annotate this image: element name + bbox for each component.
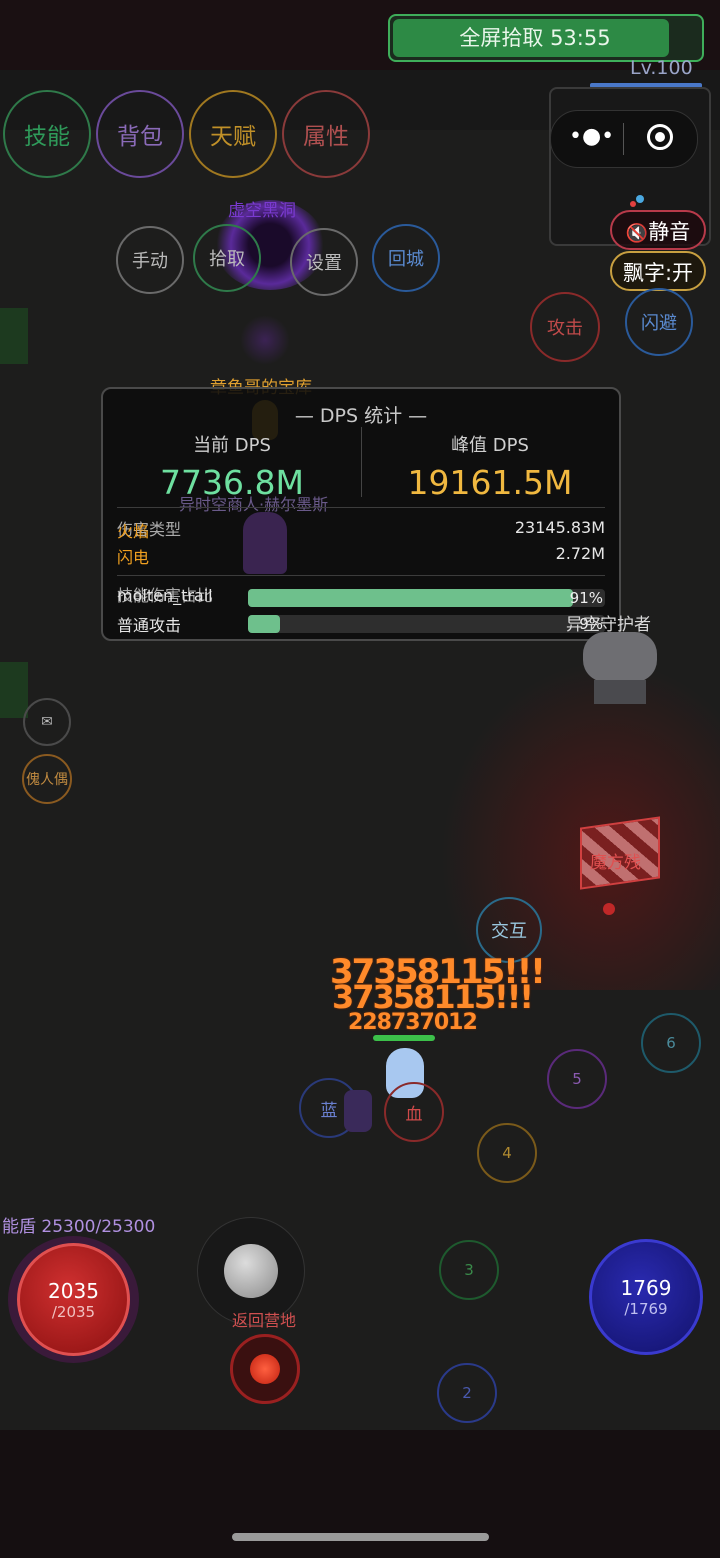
pet-companion bbox=[344, 1090, 372, 1132]
dps-stats-panel: — DPS 统计 — 当前 DPS 7736.8M 峰值 DPS 19161.5… bbox=[101, 387, 621, 641]
skill-share-bar: 9% bbox=[248, 615, 605, 633]
mute-toggle[interactable]: 🔇静音 bbox=[610, 210, 706, 250]
damage-type-name: 火焰 bbox=[117, 522, 150, 541]
skill-share-fill bbox=[248, 615, 281, 633]
skill-slot-3[interactable]: 3 bbox=[439, 1240, 499, 1300]
skills-button[interactable]: 技能 bbox=[3, 90, 91, 178]
dps-divider-line bbox=[117, 507, 605, 508]
skill-slot-4[interactable]: 4 bbox=[477, 1123, 537, 1183]
manual-mode-button[interactable]: 手动 bbox=[116, 226, 184, 294]
dps-panel-title: — DPS 统计 — bbox=[294, 405, 428, 427]
hp-current: 2035 bbox=[48, 1278, 99, 1303]
speaker-muted-icon: 🔇 bbox=[625, 223, 649, 244]
mp-max: /1769 bbox=[624, 1300, 668, 1318]
relic-name-label: 魔方残 bbox=[590, 853, 641, 873]
peak-dps-value: 19161.5M bbox=[407, 463, 573, 502]
skill-share-pct: 91% bbox=[569, 589, 603, 607]
attributes-button[interactable]: 属性 bbox=[282, 90, 370, 178]
mail-icon: ✉ bbox=[41, 714, 53, 730]
mp-current: 1769 bbox=[620, 1276, 672, 1300]
camp-portal-icon bbox=[250, 1354, 280, 1384]
damage-type-value: 23145.83M bbox=[514, 518, 605, 537]
player-hp-bar bbox=[373, 1035, 435, 1041]
attack-button[interactable]: 攻击 bbox=[530, 292, 600, 362]
player-level: Lv.100 bbox=[630, 57, 693, 79]
pickup-label: 全屏拾取 53:55 bbox=[459, 26, 611, 50]
peak-dps-label: 峰值 DPS bbox=[451, 435, 529, 456]
more-icon[interactable]: •●• bbox=[569, 124, 614, 149]
skill-share-name: 普通攻击 bbox=[117, 616, 182, 635]
merchant-name-label: 异时空商人·赫尔墨斯 bbox=[179, 495, 329, 514]
skill-slot-6[interactable]: 6 bbox=[641, 1013, 701, 1073]
dps-divider-line bbox=[117, 575, 605, 576]
joystick-thumb[interactable] bbox=[224, 1244, 278, 1298]
merchant-npc[interactable] bbox=[243, 512, 287, 574]
hp-orb: 2035 /2035 bbox=[17, 1243, 130, 1356]
portal-name-label: 虚空黑洞 bbox=[228, 201, 296, 221]
settings-button[interactable]: 设置 bbox=[290, 228, 358, 296]
fullscreen-pickup-button[interactable]: 全屏拾取 53:55 bbox=[388, 14, 704, 62]
mp-orb: 1769 /1769 bbox=[589, 1239, 703, 1355]
close-target-icon[interactable] bbox=[647, 124, 673, 150]
dodge-button[interactable]: 闪避 bbox=[625, 288, 693, 356]
damage-type-value: 2.72M bbox=[555, 544, 605, 563]
skill-share-fill bbox=[248, 589, 573, 607]
guardian-statue[interactable] bbox=[583, 632, 657, 682]
capsule-divider bbox=[623, 123, 624, 155]
shield-label: 能盾 25300/25300 bbox=[2, 1217, 156, 1237]
relic-marker bbox=[603, 903, 615, 915]
hp-potion-button[interactable]: 血 bbox=[384, 1082, 444, 1142]
guardian-pedestal bbox=[594, 680, 646, 704]
pickup-button[interactable]: 拾取 bbox=[193, 224, 261, 292]
damage-type-name: 闪电 bbox=[117, 548, 150, 567]
skill-share-bar: 91% bbox=[248, 589, 605, 607]
return-camp-button[interactable] bbox=[230, 1334, 300, 1404]
bag-button[interactable]: 背包 bbox=[96, 90, 184, 178]
wall-marker bbox=[0, 662, 28, 718]
mail-button[interactable]: ✉ bbox=[23, 698, 71, 746]
hp-max: /2035 bbox=[51, 1302, 96, 1321]
damage-type-row: 闪电 2.72M bbox=[117, 544, 605, 568]
home-indicator[interactable] bbox=[232, 1533, 489, 1541]
float-text-toggle[interactable]: 飘字:开 bbox=[610, 251, 706, 291]
skill-slot-5[interactable]: 5 bbox=[547, 1049, 607, 1109]
puppet-button[interactable]: 傀人偶 bbox=[22, 754, 72, 804]
damage-number: 228737012 bbox=[348, 1010, 478, 1035]
wall-marker bbox=[0, 308, 28, 364]
mute-label: 静音 bbox=[648, 220, 691, 244]
current-dps-label: 当前 DPS bbox=[193, 435, 271, 456]
peak-dps-block: 峰值 DPS 19161.5M bbox=[361, 431, 619, 502]
skill-slot-2[interactable]: 2 bbox=[437, 1363, 497, 1423]
minimap-enemy-dot bbox=[630, 201, 636, 207]
damage-type-row: 火焰 23145.83M bbox=[117, 518, 605, 542]
portal-shadow bbox=[240, 315, 290, 365]
return-camp-label: 返回营地 bbox=[232, 1311, 297, 1330]
skill-share-name: molten_trail bbox=[117, 586, 213, 605]
return-city-button[interactable]: 回城 bbox=[372, 224, 440, 292]
skill-share-row: molten_trail 91% bbox=[117, 586, 605, 610]
talent-button[interactable]: 天赋 bbox=[189, 90, 277, 178]
minimap-player-dot bbox=[636, 195, 644, 203]
mini-program-capsule: •●• bbox=[550, 110, 698, 168]
skill-share-row: 普通攻击 9% bbox=[117, 612, 605, 636]
